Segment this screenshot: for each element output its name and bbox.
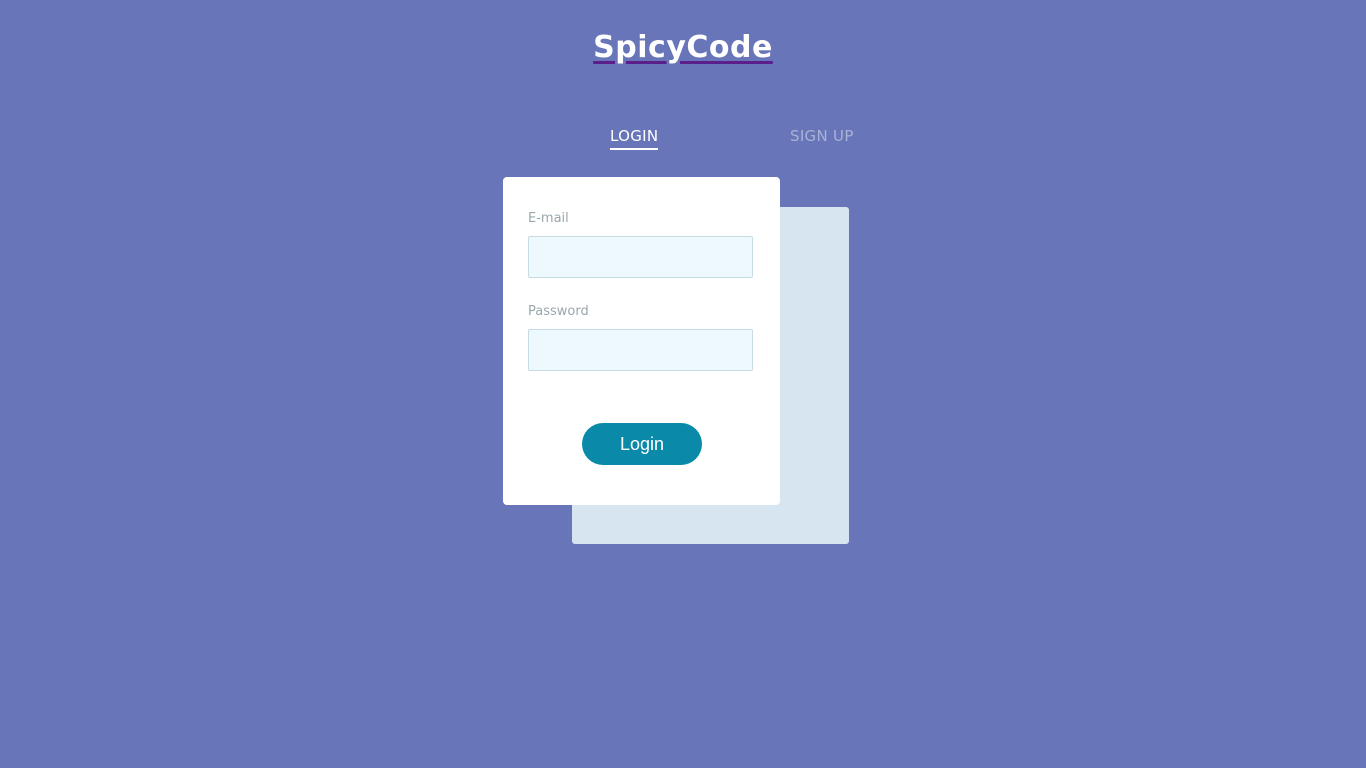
login-button[interactable]: Login xyxy=(582,423,702,465)
brand-logo-link[interactable]: SpicyCode xyxy=(593,30,773,65)
email-field[interactable] xyxy=(528,236,753,278)
password-field[interactable] xyxy=(528,329,753,371)
email-label: E-mail xyxy=(528,211,569,226)
password-label: Password xyxy=(528,304,589,319)
tab-signup[interactable]: SIGN UP xyxy=(790,127,854,148)
tab-login[interactable]: LOGIN xyxy=(610,127,659,150)
page: SpicyCode LOGIN SIGN UP E-mail Password … xyxy=(0,0,1366,768)
login-card: E-mail Password Login xyxy=(503,177,780,505)
brand-header: SpicyCode xyxy=(0,30,1366,65)
